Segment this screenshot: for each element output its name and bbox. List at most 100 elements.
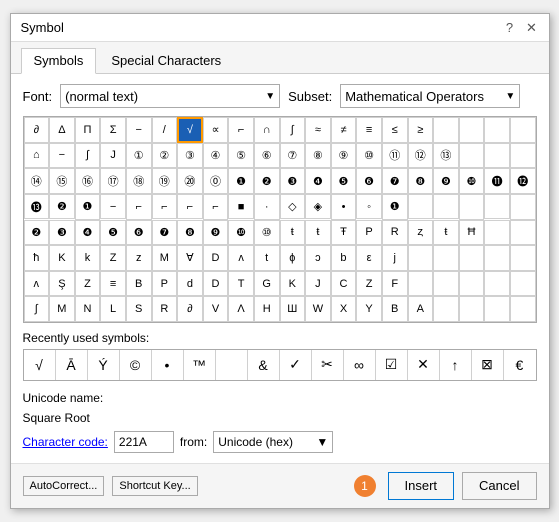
symbol-cell[interactable]: ① <box>126 143 152 169</box>
symbol-cell[interactable]: J <box>305 271 331 297</box>
symbol-cell[interactable]: S <box>126 296 152 322</box>
symbol-cell[interactable]: • <box>331 194 357 220</box>
symbol-cell[interactable]: t <box>254 245 280 271</box>
symbol-cell[interactable]: ⓫ <box>484 168 510 194</box>
symbol-cell[interactable]: ❼ <box>152 220 178 246</box>
recent-symbol-cell[interactable]: Ā <box>56 350 88 380</box>
symbol-cell[interactable]: − <box>100 194 126 220</box>
symbol-cell[interactable]: D <box>203 271 229 297</box>
symbol-cell[interactable]: ⑳ <box>177 168 203 194</box>
symbol-cell[interactable]: ⓬ <box>510 168 536 194</box>
recent-symbol-cell[interactable]: & <box>248 350 280 380</box>
symbol-cell[interactable]: N <box>75 296 101 322</box>
symbol-cell[interactable] <box>433 245 459 271</box>
from-select[interactable]: Unicode (hex) ▼ <box>213 431 333 453</box>
symbol-cell[interactable]: ɸ <box>280 245 306 271</box>
symbol-cell[interactable]: ⑰ <box>100 168 126 194</box>
symbol-cell[interactable] <box>510 194 536 220</box>
symbol-cell[interactable]: ❶ <box>228 168 254 194</box>
symbol-cell[interactable]: ⌐ <box>228 117 254 143</box>
autocorrect-button[interactable]: AutoCorrect... <box>23 476 105 496</box>
symbol-cell[interactable]: ◈ <box>305 194 331 220</box>
recent-symbol-cell[interactable]: ✂ <box>312 350 344 380</box>
symbol-cell[interactable] <box>433 296 459 322</box>
symbol-cell[interactable] <box>484 220 510 246</box>
symbol-cell[interactable]: Π <box>75 117 101 143</box>
symbol-cell[interactable]: ❹ <box>305 168 331 194</box>
symbol-cell[interactable]: Λ <box>228 296 254 322</box>
symbol-cell[interactable]: ⑩ <box>356 143 382 169</box>
symbol-cell[interactable] <box>408 194 434 220</box>
symbol-cell[interactable] <box>459 296 485 322</box>
symbol-cell[interactable]: Z <box>100 245 126 271</box>
symbol-cell[interactable]: ʌ <box>24 271 50 297</box>
symbol-cell[interactable] <box>510 296 536 322</box>
symbol-cell[interactable]: ❾ <box>433 168 459 194</box>
symbol-cell[interactable]: A <box>408 296 434 322</box>
symbol-cell[interactable]: ≥ <box>408 117 434 143</box>
symbol-cell[interactable]: ⑬ <box>433 143 459 169</box>
symbol-cell[interactable]: ∫ <box>280 117 306 143</box>
symbol-cell[interactable]: M <box>49 296 75 322</box>
symbol-cell[interactable]: · <box>254 194 280 220</box>
symbol-cell[interactable] <box>510 117 536 143</box>
symbol-cell[interactable]: / <box>152 117 178 143</box>
symbol-cell[interactable]: ȥ <box>408 220 434 246</box>
subset-select[interactable]: Mathematical Operators ▼ <box>340 84 520 108</box>
symbol-cell[interactable] <box>484 271 510 297</box>
symbol-cell[interactable]: Σ <box>100 117 126 143</box>
symbol-cell[interactable] <box>433 271 459 297</box>
symbol-cell[interactable]: ε <box>356 245 382 271</box>
symbol-cell[interactable]: ❻ <box>356 168 382 194</box>
symbol-cell[interactable]: ŧ <box>433 220 459 246</box>
symbol-cell[interactable] <box>484 296 510 322</box>
symbol-cell[interactable]: ∩ <box>254 117 280 143</box>
symbol-cell[interactable] <box>510 143 536 169</box>
symbol-cell[interactable]: ❶ <box>382 194 408 220</box>
insert-button[interactable]: Insert <box>388 472 455 500</box>
recent-symbol-cell[interactable]: • <box>152 350 184 380</box>
symbol-cell[interactable]: W <box>305 296 331 322</box>
symbol-cell[interactable]: ⑪ <box>382 143 408 169</box>
symbol-cell[interactable]: √ <box>177 117 203 143</box>
symbol-cell[interactable]: ɔ <box>305 245 331 271</box>
symbol-cell[interactable]: V <box>203 296 229 322</box>
symbol-cell[interactable]: ❷ <box>49 194 75 220</box>
symbol-cell[interactable] <box>459 143 485 169</box>
symbol-cell[interactable]: b <box>331 245 357 271</box>
symbol-cell[interactable]: ◇ <box>280 194 306 220</box>
symbol-cell[interactable]: Z <box>75 271 101 297</box>
recent-symbol-cell[interactable]: ™ <box>184 350 216 380</box>
symbol-cell[interactable]: ∫ <box>24 296 50 322</box>
recent-symbol-cell[interactable]: © <box>120 350 152 380</box>
symbol-cell[interactable]: ∂ <box>177 296 203 322</box>
symbol-cell[interactable]: ⑩ <box>254 220 280 246</box>
symbol-cell[interactable]: ❷ <box>24 220 50 246</box>
symbol-cell[interactable] <box>408 271 434 297</box>
symbol-cell[interactable]: Y <box>356 296 382 322</box>
symbol-cell[interactable]: J <box>100 143 126 169</box>
symbol-cell[interactable]: ② <box>152 143 178 169</box>
recent-symbol-cell[interactable]: ⊠ <box>472 350 504 380</box>
symbol-cell[interactable]: ≡ <box>100 271 126 297</box>
symbol-cell[interactable]: ≈ <box>305 117 331 143</box>
symbol-cell[interactable]: ❽ <box>177 220 203 246</box>
symbol-cell[interactable]: ❻ <box>126 220 152 246</box>
symbol-cell[interactable]: ❷ <box>254 168 280 194</box>
symbol-cell[interactable] <box>459 117 485 143</box>
symbol-cell[interactable]: ❿ <box>228 220 254 246</box>
symbol-cell[interactable]: ⑮ <box>49 168 75 194</box>
symbol-cell[interactable]: ⑯ <box>75 168 101 194</box>
symbol-cell[interactable]: P <box>152 271 178 297</box>
symbol-cell[interactable]: Ş <box>49 271 75 297</box>
symbol-cell[interactable]: H <box>254 296 280 322</box>
symbol-cell[interactable]: B <box>382 296 408 322</box>
symbol-cell[interactable]: ❺ <box>100 220 126 246</box>
recent-symbol-cell[interactable]: ✕ <box>408 350 440 380</box>
symbol-cell[interactable] <box>433 117 459 143</box>
symbol-cell[interactable]: ⑨ <box>331 143 357 169</box>
symbol-cell[interactable] <box>484 194 510 220</box>
recent-symbol-cell[interactable]: ∞ <box>344 350 376 380</box>
symbol-cell[interactable]: ⑲ <box>152 168 178 194</box>
symbol-cell[interactable]: ∝ <box>203 117 229 143</box>
